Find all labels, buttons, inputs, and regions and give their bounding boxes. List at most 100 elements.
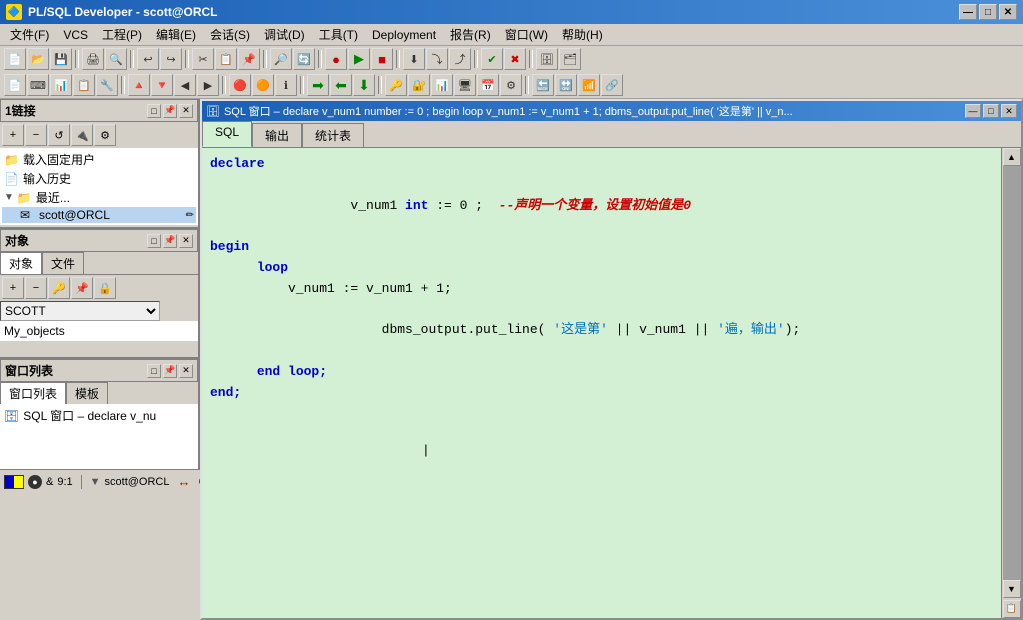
menu-window[interactable]: 窗口(W) [499, 24, 554, 45]
tb-run[interactable]: ▶ [348, 48, 370, 70]
tb-step-out[interactable]: ⤴ [449, 48, 471, 70]
scroll-up-button[interactable]: ▲ [1003, 148, 1021, 166]
tb2-8[interactable]: ◀ [174, 74, 196, 96]
conn-panel-close[interactable]: ✕ [179, 104, 193, 118]
tb-step-over[interactable]: ⤵ [426, 48, 448, 70]
sql-minimize-button[interactable]: — [965, 104, 981, 118]
wl-panel-pin[interactable]: 📌 [163, 364, 177, 378]
obj-ref3[interactable]: 🔒 [94, 277, 116, 299]
minimize-button[interactable]: — [959, 4, 977, 20]
tree-item-scott[interactable]: ✉ scott@ORCL ✏ [2, 207, 196, 223]
tb-open[interactable]: 📂 [27, 48, 49, 70]
conn-panel-pin[interactable]: 📌 [163, 104, 177, 118]
sql-tab-sql[interactable]: SQL [202, 121, 252, 147]
obj-panel-minimize[interactable]: □ [147, 234, 161, 248]
window-list-item-sql[interactable]: 🗄 SQL 窗口 – declare v_nu [2, 406, 196, 425]
tb2-4[interactable]: 📋 [73, 74, 95, 96]
tb-print[interactable]: 🖨 [82, 48, 104, 70]
tb-schema[interactable]: 🗄 [536, 48, 558, 70]
tree-item-history[interactable]: 📄 输入历史 [2, 169, 196, 188]
tab-objects[interactable]: 对象 [0, 252, 42, 274]
conn-add[interactable]: + [2, 124, 24, 146]
obj-remove[interactable]: − [25, 277, 47, 299]
tb2-18[interactable]: ⚙ [500, 74, 522, 96]
scroll-down-button[interactable]: ▼ [1003, 580, 1021, 598]
sql-editor[interactable]: declare v_num1 int := 0 ; --声明一个变量，设置初始值… [202, 148, 1001, 618]
conn-settings[interactable]: ⚙ [94, 124, 116, 146]
obj-panel-pin[interactable]: 📌 [163, 234, 177, 248]
tb2-down[interactable]: ⬇ [353, 74, 375, 96]
conn-refresh[interactable]: ↺ [48, 124, 70, 146]
scroll-track[interactable] [1003, 166, 1021, 580]
tb2-new-sql[interactable]: 📄 [4, 74, 26, 96]
tb2-6[interactable]: 🔺 [128, 74, 150, 96]
tb2-13[interactable]: 🔑 [385, 74, 407, 96]
tb-compile[interactable]: ● [325, 48, 347, 70]
tb-step-in[interactable]: ⬇ [403, 48, 425, 70]
conn-connect[interactable]: 🔌 [71, 124, 93, 146]
menu-tools[interactable]: 工具(T) [313, 24, 364, 45]
object-list-item-my-objects[interactable]: My_objects [2, 323, 196, 339]
tb2-arrow-l[interactable]: ⬅ [330, 74, 352, 96]
tb-redo[interactable]: ↪ [160, 48, 182, 70]
tb-preview[interactable]: 🔍 [105, 48, 127, 70]
tb2-17[interactable]: 📅 [477, 74, 499, 96]
tb2-9[interactable]: ▶ [197, 74, 219, 96]
sql-maximize-button[interactable]: □ [983, 104, 999, 118]
menu-deployment[interactable]: Deployment [366, 26, 442, 44]
tb-new[interactable]: 📄 [4, 48, 26, 70]
tb2-15[interactable]: 📊 [431, 74, 453, 96]
obj-ref1[interactable]: 🔑 [48, 277, 70, 299]
tb2-20[interactable]: 🔛 [555, 74, 577, 96]
wl-panel-minimize[interactable]: □ [147, 364, 161, 378]
menu-file[interactable]: 文件(F) [4, 24, 55, 45]
tb2-22[interactable]: 🔗 [601, 74, 623, 96]
sql-close-button[interactable]: ✕ [1001, 104, 1017, 118]
tb-replace[interactable]: 🔄 [293, 48, 315, 70]
tb2-19[interactable]: 🔙 [532, 74, 554, 96]
tree-item-recent[interactable]: ▼ 📁 最近... [2, 188, 196, 207]
tb2-cmd[interactable]: ⌨ [27, 74, 49, 96]
obj-add[interactable]: + [2, 277, 24, 299]
wl-tab-list[interactable]: 窗口列表 [0, 382, 66, 404]
tb2-3[interactable]: 📊 [50, 74, 72, 96]
menu-report[interactable]: 报告(R) [444, 24, 497, 45]
tb-paste[interactable]: 📌 [238, 48, 260, 70]
tb-cut[interactable]: ✂ [192, 48, 214, 70]
menu-debug[interactable]: 调试(D) [258, 24, 311, 45]
tb2-10[interactable]: 🔴 [229, 74, 251, 96]
tb-obj-browser[interactable]: 🗂 [559, 48, 581, 70]
tb-find[interactable]: 🔎 [270, 48, 292, 70]
tb-copy[interactable]: 📋 [215, 48, 237, 70]
wl-tab-template[interactable]: 模板 [66, 382, 108, 404]
tb-rollback[interactable]: ✖ [504, 48, 526, 70]
scroll-right-button[interactable]: 📋 [1003, 600, 1021, 618]
menu-help[interactable]: 帮助(H) [556, 24, 609, 45]
schema-selector[interactable]: SCOTT [0, 301, 160, 321]
tb2-12[interactable]: ℹ [275, 74, 297, 96]
sql-tab-output[interactable]: 输出 [252, 123, 302, 147]
tb-undo[interactable]: ↩ [137, 48, 159, 70]
menu-project[interactable]: 工程(P) [96, 24, 148, 45]
tb-stop[interactable]: ■ [371, 48, 393, 70]
tb2-11[interactable]: 🟠 [252, 74, 274, 96]
maximize-button[interactable]: □ [979, 4, 997, 20]
close-button[interactable]: ✕ [999, 4, 1017, 20]
menu-edit[interactable]: 编辑(E) [150, 24, 202, 45]
menu-session[interactable]: 会话(S) [204, 24, 256, 45]
tb2-16[interactable]: 🖥 [454, 74, 476, 96]
obj-ref2[interactable]: 📌 [71, 277, 93, 299]
tb2-7[interactable]: 🔻 [151, 74, 173, 96]
conn-panel-minimize[interactable]: □ [147, 104, 161, 118]
tb2-5[interactable]: 🔧 [96, 74, 118, 96]
tree-item-load-fixed[interactable]: 📁 载入固定用户 [2, 150, 196, 169]
tb2-14[interactable]: 🔐 [408, 74, 430, 96]
wl-panel-close[interactable]: ✕ [179, 364, 193, 378]
tb-save[interactable]: 💾 [50, 48, 72, 70]
tab-files[interactable]: 文件 [42, 252, 84, 274]
menu-vcs[interactable]: VCS [57, 26, 94, 44]
tb2-arrow-r[interactable]: ➡ [307, 74, 329, 96]
tb2-21[interactable]: 📶 [578, 74, 600, 96]
sql-tab-stats[interactable]: 统计表 [302, 123, 364, 147]
tb-commit[interactable]: ✔ [481, 48, 503, 70]
